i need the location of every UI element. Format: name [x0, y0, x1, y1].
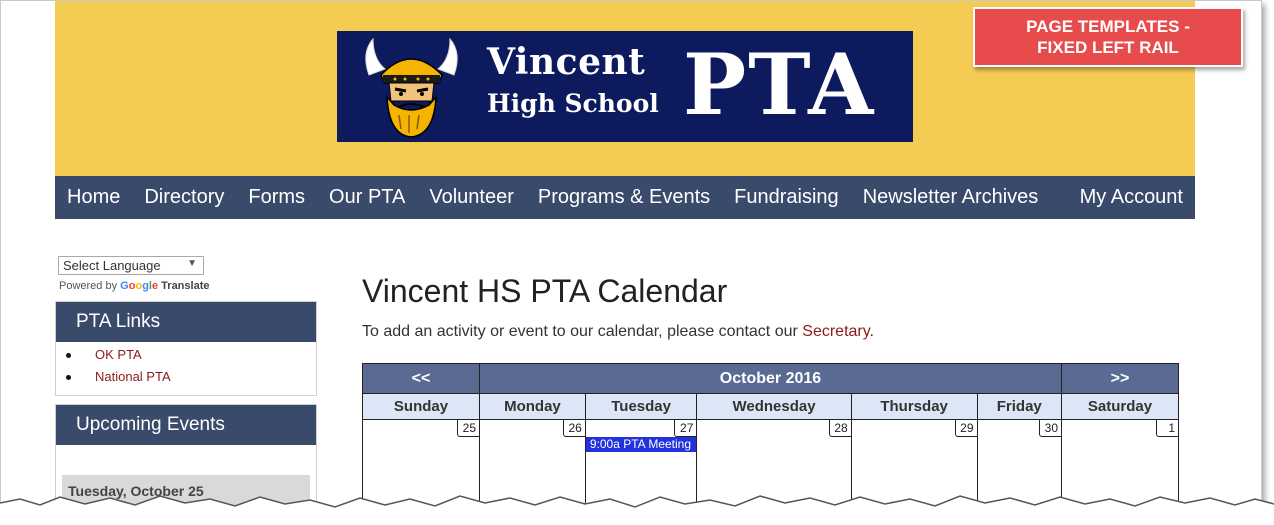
language-select[interactable]: Select Language ▼: [58, 256, 204, 275]
pta-links-title: PTA Links: [56, 302, 316, 342]
calendar-next-button[interactable]: >>: [1061, 363, 1179, 394]
callout-line-2: FIXED LEFT RAIL: [1037, 38, 1179, 57]
nav-programs-events[interactable]: Programs & Events: [526, 186, 722, 209]
nav-my-account[interactable]: My Account: [1068, 186, 1195, 209]
powered-by-google-translate: Powered by Google Translate: [59, 280, 209, 292]
nav-fundraising[interactable]: Fundraising: [722, 186, 851, 209]
description-text: To add an activity or event to our calen…: [362, 323, 803, 340]
main-nav: Home Directory Forms Our PTA Volunteer P…: [55, 176, 1195, 219]
pta-link-label: OK PTA: [95, 347, 142, 362]
google-logo: Google: [120, 280, 159, 292]
callout-line-1: PAGE TEMPLATES -: [1026, 17, 1190, 36]
translate-link[interactable]: Translate: [161, 280, 209, 292]
pta-link-national-pta[interactable]: National PTA: [66, 366, 316, 388]
calendar-month-title: October 2016: [479, 363, 1062, 394]
day-number: 27: [674, 420, 697, 437]
logo-school-name: Vincent: [487, 41, 646, 83]
calendar-event[interactable]: 9:00a PTA Meeting: [585, 437, 697, 452]
chevron-down-icon: ▼: [187, 258, 197, 269]
nav-our-pta[interactable]: Our PTA: [317, 186, 417, 209]
pta-links-panel: PTA Links OK PTA National PTA: [55, 301, 317, 396]
torn-edge-decoration: [0, 495, 1274, 525]
calendar-prev-button[interactable]: <<: [362, 363, 480, 394]
nav-forms[interactable]: Forms: [236, 186, 317, 209]
pta-link-ok-pta[interactable]: OK PTA: [66, 344, 316, 366]
logo-pta: PTA: [683, 35, 876, 134]
weekday-header: Wednesday: [696, 393, 852, 420]
bullet: [66, 353, 71, 358]
nav-newsletter-archives[interactable]: Newsletter Archives: [851, 186, 1051, 209]
pta-link-label: National PTA: [95, 369, 171, 384]
page-description: To add an activity or event to our calen…: [362, 323, 874, 341]
secretary-link[interactable]: Secretary: [802, 323, 869, 340]
page-title: Vincent HS PTA Calendar: [362, 273, 728, 309]
bullet: [66, 375, 71, 380]
day-number: 30: [1039, 420, 1061, 437]
logo-school-type: High School: [487, 89, 659, 118]
page-templates-callout: PAGE TEMPLATES - FIXED LEFT RAIL: [973, 7, 1243, 67]
language-select-value: Select Language: [63, 258, 161, 273]
day-number: 29: [954, 420, 977, 437]
nav-volunteer[interactable]: Volunteer: [417, 186, 526, 209]
weekday-header: Monday: [479, 393, 586, 420]
weekday-header: Tuesday: [584, 393, 698, 420]
site-logo[interactable]: Vincent High School PTA: [337, 31, 913, 142]
day-number: 26: [562, 420, 585, 437]
weekday-header: Saturday: [1061, 393, 1179, 420]
day-number: 1: [1156, 420, 1178, 437]
powered-by-label: Powered by: [59, 280, 118, 292]
day-number: 28: [828, 420, 851, 437]
upcoming-events-title: Upcoming Events: [56, 405, 316, 445]
nav-home[interactable]: Home: [55, 186, 132, 209]
weekday-header: Sunday: [362, 393, 480, 420]
weekday-header: Friday: [976, 393, 1062, 420]
viking-mascot-icon: [365, 37, 458, 138]
nav-directory[interactable]: Directory: [132, 186, 236, 209]
day-number: 25: [457, 420, 479, 437]
page-frame: Vincent High School PTA Home Directory F…: [0, 0, 1262, 512]
description-suffix: .: [869, 323, 874, 340]
weekday-header: Thursday: [850, 393, 978, 420]
